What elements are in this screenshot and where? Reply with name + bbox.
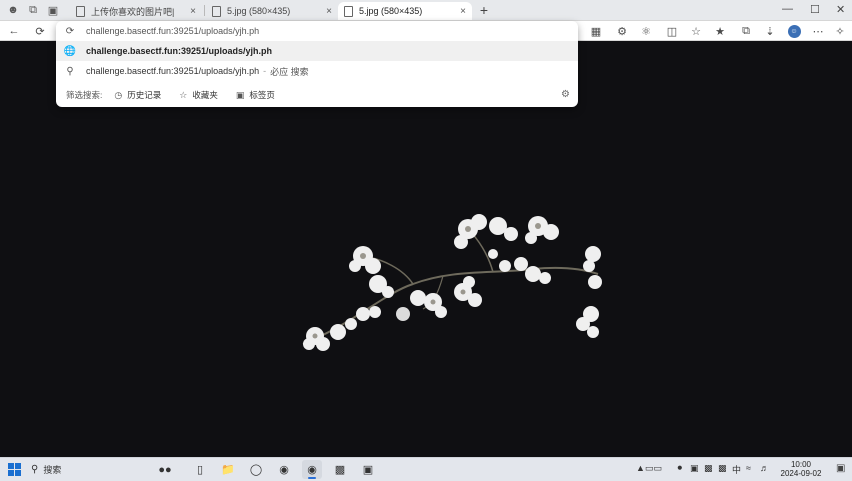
taskbar-search-label: 搜索: [43, 465, 62, 475]
star-icon: ☆: [179, 89, 188, 100]
close-icon[interactable]: ×: [460, 6, 466, 17]
suggestion-url[interactable]: 🌐 challenge.basectf.fun:39251/uploads/yj…: [56, 41, 578, 61]
close-icon[interactable]: ×: [190, 6, 196, 17]
filter-tabs[interactable]: ▣ 标签页: [236, 89, 275, 101]
ime-icon[interactable]: 中: [732, 463, 741, 476]
tabs-icon: ▣: [235, 89, 245, 100]
app-icon[interactable]: ◉: [274, 460, 294, 479]
volume-icon[interactable]: ♬: [760, 463, 769, 473]
app-tray-icon[interactable]: ▩: [704, 463, 713, 474]
address-input[interactable]: ⟳ challenge.basectf.fun:39251/uploads/yj…: [56, 21, 578, 41]
suggestion-text: challenge.basectf.fun:39251/uploads/yjh.…: [86, 66, 260, 76]
filter-favorites[interactable]: ☆ 收藏夹: [179, 89, 218, 101]
tab-label: 5.jpg (580×435): [227, 6, 291, 16]
filter-label: 收藏夹: [192, 90, 218, 100]
filter-history[interactable]: ◷ 历史记录: [114, 89, 161, 101]
copilot-icon[interactable]: ✧: [832, 23, 848, 39]
network-icon[interactable]: ▣: [690, 463, 699, 474]
minimize-icon[interactable]: —: [782, 3, 793, 15]
filter-label: 标签页: [249, 90, 275, 100]
collections-add-icon[interactable]: ⧉: [738, 23, 754, 39]
refresh-icon: ⟳: [65, 25, 75, 37]
favorites-icon[interactable]: ☆: [688, 23, 704, 39]
refresh-icon[interactable]: ⟳: [32, 23, 48, 39]
tab-upload[interactable]: 上传你喜欢的图片吧| ×: [70, 2, 202, 20]
profile-avatar[interactable]: ☺: [786, 23, 802, 39]
close-icon[interactable]: ×: [326, 6, 332, 17]
filter-label: 历史记录: [127, 90, 162, 100]
taskbar: ⚲ 搜索 ●● ▯ 📁 ◯ ◉ ◉ ▩ ▣ ▲▭▭ ⚫ ▣ ▩ ▩ 中 ≈ ♬ …: [0, 457, 852, 481]
tab-separator: [204, 5, 205, 16]
search-icon: ⚲: [66, 65, 74, 77]
tab-label: 5.jpg (580×435): [359, 6, 423, 16]
suggestion-search[interactable]: ⚲ challenge.basectf.fun:39251/uploads/yj…: [56, 61, 578, 81]
extensions-icon[interactable]: ⚙: [614, 23, 630, 39]
app-tray-icon[interactable]: ▩: [718, 463, 727, 474]
new-tab-button[interactable]: +: [476, 2, 492, 18]
reading-view-icon[interactable]: ▦: [588, 23, 604, 39]
page-icon: [76, 5, 85, 17]
back-icon[interactable]: ←: [6, 23, 22, 39]
edge-icon[interactable]: ◯: [246, 460, 266, 479]
suggestion-text: challenge.basectf.fun:39251/uploads/yjh.…: [86, 46, 273, 56]
search-filters: 筛选搜索: ◷ 历史记录 ☆ 收藏夹 ▣ 标签页: [56, 86, 578, 104]
date-text: 2024-09-02: [780, 469, 822, 478]
tab-strip: ☻ ⧉ ▣ 上传你喜欢的图片吧| × 5.jpg (580×435) × 5.j…: [0, 0, 852, 21]
notification-icon[interactable]: ▣: [836, 463, 845, 474]
start-button[interactable]: [8, 463, 21, 476]
suggestion-action: 必应 搜索: [270, 66, 309, 77]
microphone-icon[interactable]: ⚫: [676, 463, 684, 474]
split-screen-icon[interactable]: ◫: [664, 23, 680, 39]
gear-icon[interactable]: ⚙: [561, 89, 570, 100]
tab-image-1[interactable]: 5.jpg (580×435) ×: [206, 2, 338, 20]
taskbar-search[interactable]: ⚲ 搜索: [31, 463, 61, 476]
close-window-icon[interactable]: ✕: [836, 3, 845, 16]
profile-icon[interactable]: ☻: [6, 3, 20, 17]
file-explorer-icon[interactable]: 📁: [218, 460, 238, 479]
downloads-icon[interactable]: ⇣: [762, 23, 778, 39]
time-text: 10:00: [790, 460, 812, 469]
address-input-text[interactable]: challenge.basectf.fun:39251/uploads/yjh.…: [86, 26, 259, 36]
suggestion-separator: -: [263, 66, 267, 76]
tab-actions-icon[interactable]: ▣: [46, 3, 60, 17]
app-icon[interactable]: ▣: [358, 460, 378, 479]
tray-icons[interactable]: ▲▭▭: [636, 463, 662, 474]
wifi-icon[interactable]: ≈: [746, 463, 751, 473]
history-icon: ◷: [114, 89, 123, 100]
page-icon: [212, 5, 221, 17]
clock[interactable]: 10:00 2024-09-02: [774, 460, 828, 478]
app-icon[interactable]: ▩: [330, 460, 350, 479]
maximize-icon[interactable]: ☐: [810, 3, 820, 16]
workspaces-icon[interactable]: ⧉: [26, 3, 40, 17]
widgets-icon[interactable]: ●●: [150, 460, 180, 479]
tab-label: 上传你喜欢的图片吧|: [91, 6, 175, 17]
address-dropdown: ⟳ challenge.basectf.fun:39251/uploads/yj…: [56, 21, 578, 107]
collections-icon[interactable]: ⚛: [638, 23, 654, 39]
more-options-icon[interactable]: ⋯: [810, 23, 826, 39]
blossom-image[interactable]: [293, 174, 605, 364]
browser-app-icon[interactable]: ◉: [302, 460, 322, 479]
globe-icon: 🌐: [63, 45, 77, 57]
avatar: ☺: [787, 24, 801, 38]
search-icon: ⚲: [31, 464, 39, 475]
task-view-icon[interactable]: ▯: [190, 460, 210, 479]
favorites-bar-icon[interactable]: ★: [712, 23, 728, 39]
page-icon: [344, 5, 353, 17]
filters-label: 筛选搜索:: [66, 90, 103, 100]
tab-image-2[interactable]: 5.jpg (580×435) ×: [338, 2, 472, 20]
